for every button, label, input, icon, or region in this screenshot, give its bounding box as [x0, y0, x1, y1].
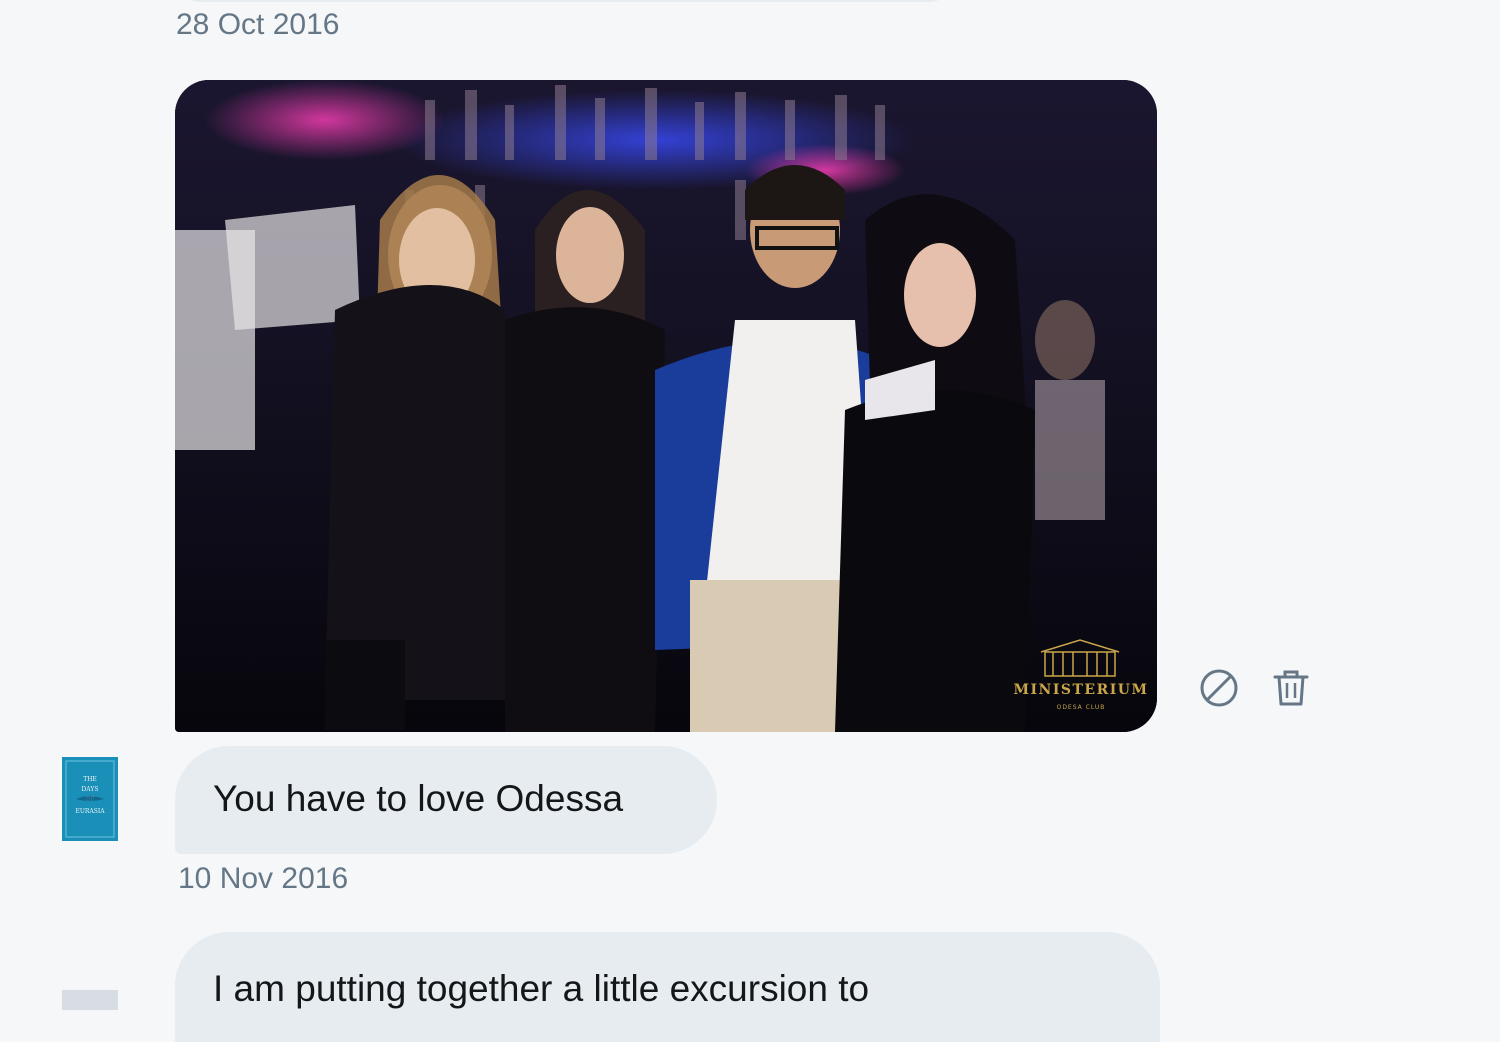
nightclub-photo: [175, 80, 1157, 732]
sender-avatar[interactable]: THE DAYS OF EURASIA: [62, 757, 118, 841]
svg-text:EURASIA: EURASIA: [75, 808, 105, 815]
message-timestamp: 28 Oct 2016: [176, 8, 340, 41]
previous-message-bubble: [175, 0, 955, 2]
svg-text:THE: THE: [83, 776, 97, 783]
watermark-subtext: ODESA CLUB: [1056, 704, 1106, 711]
sender-avatar[interactable]: [62, 990, 118, 1010]
message-timestamp: 10 Nov 2016: [178, 862, 349, 895]
image-message[interactable]: MINISTERIUM ODESA CLUB: [175, 80, 1157, 732]
message-text: I am putting together a little excursion…: [213, 968, 870, 1009]
text-message-bubble[interactable]: You have to love Odessa: [175, 746, 717, 854]
watermark-text: MINISTERIUM: [1013, 682, 1149, 698]
report-icon[interactable]: [1197, 666, 1241, 710]
svg-text:DAYS: DAYS: [82, 786, 99, 793]
delete-icon[interactable]: [1269, 666, 1313, 710]
message-text: You have to love Odessa: [213, 778, 624, 819]
photo-watermark: MINISTERIUM ODESA CLUB: [1011, 654, 1151, 711]
text-message-bubble[interactable]: I am putting together a little excursion…: [175, 932, 1160, 1042]
